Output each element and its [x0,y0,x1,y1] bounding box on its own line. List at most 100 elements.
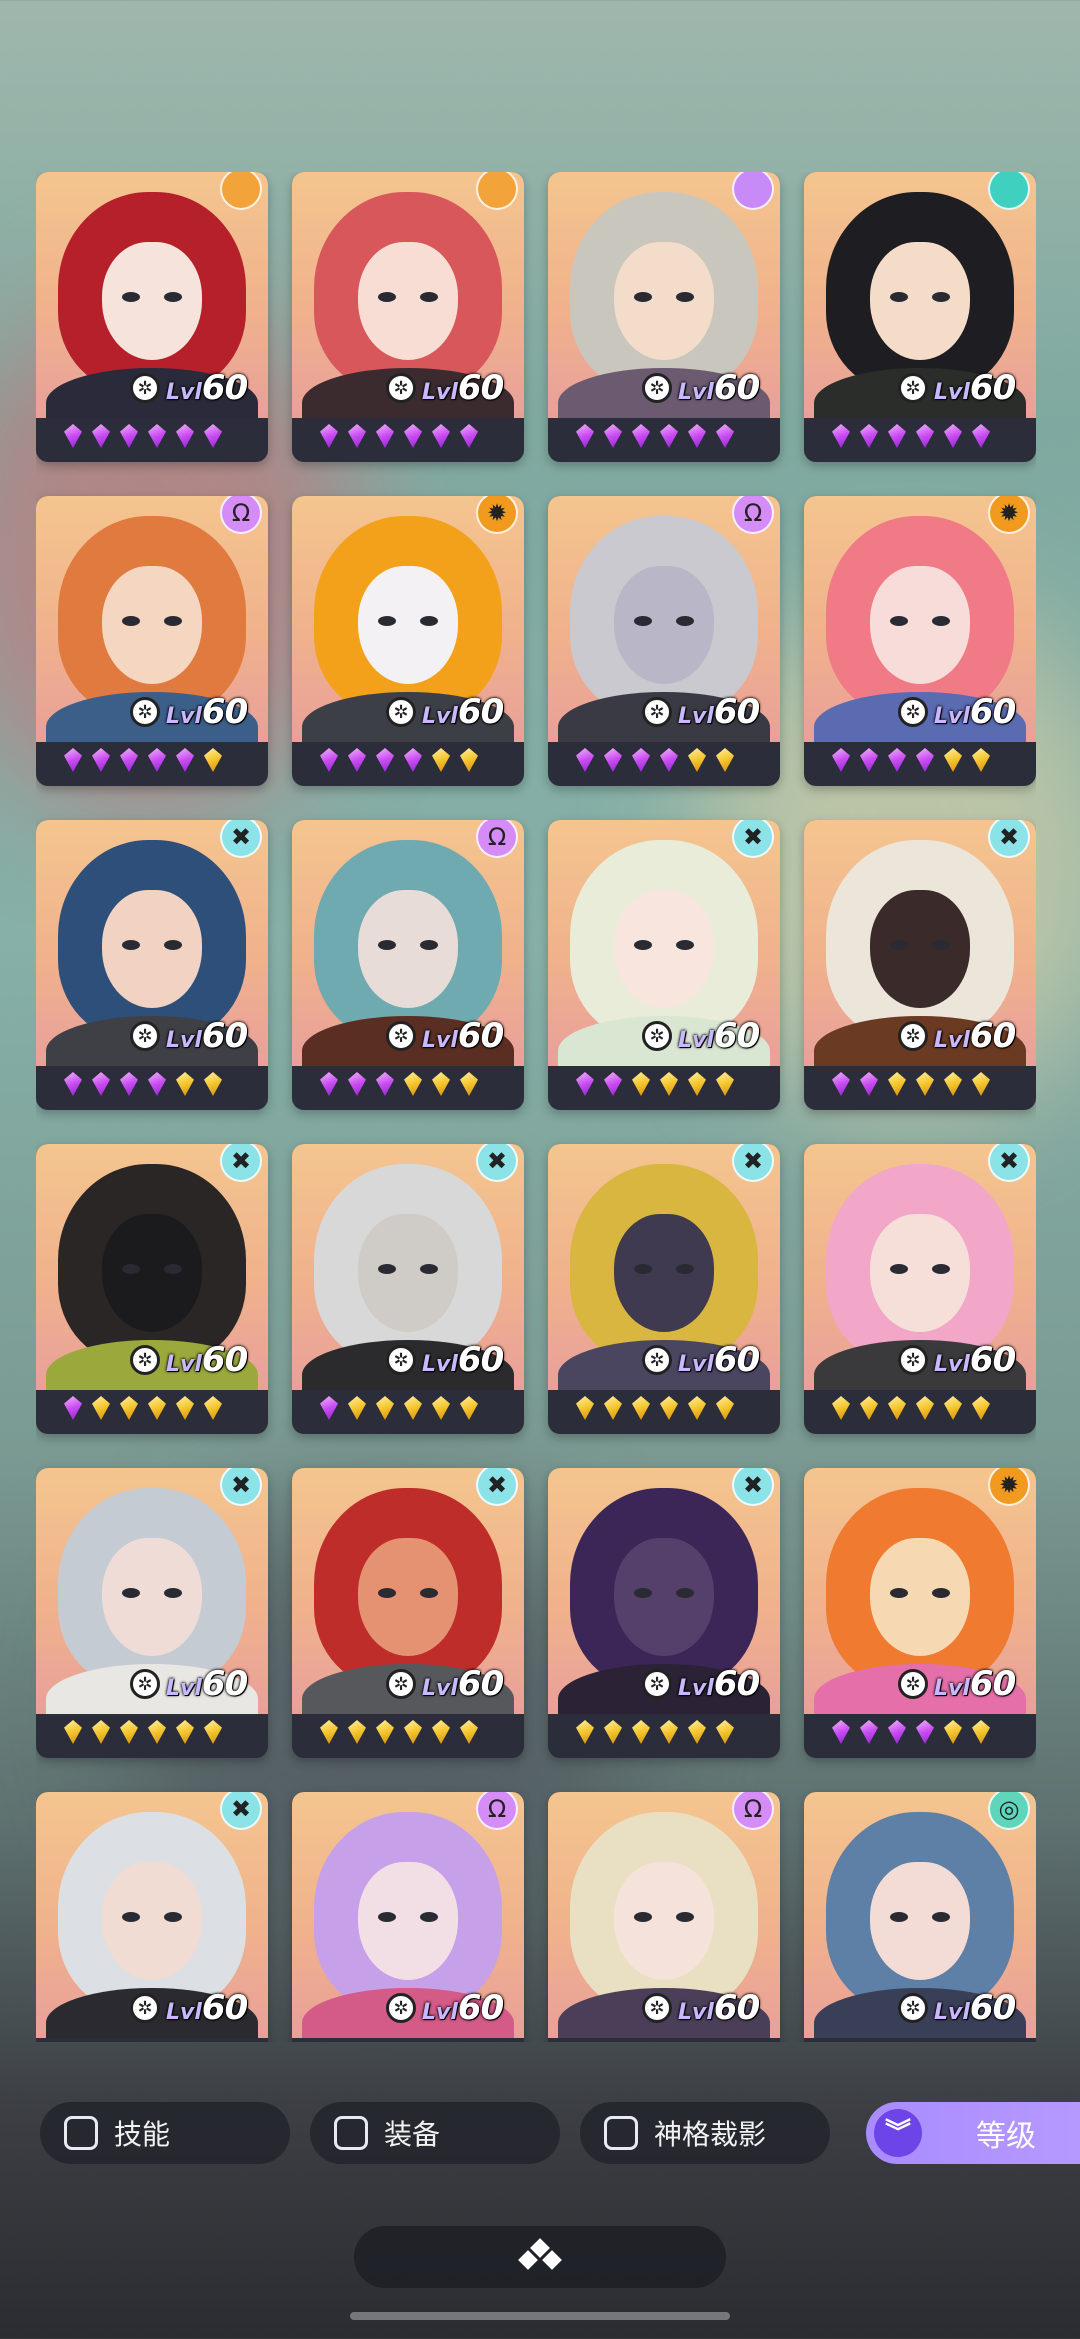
hero-face [358,890,458,1008]
purple-gem-icon [916,748,934,772]
gold-gem-icon [204,748,222,772]
hero-card[interactable]: ✲ Lvl60 [804,172,1036,462]
hero-eye [634,616,652,626]
hero-face [614,1862,714,1980]
gold-gem-icon [944,1720,962,1744]
hero-card[interactable]: ✖ ✲ Lvl60 [36,1144,268,1434]
shadow-filter[interactable]: 神格裁影 [580,2102,830,2164]
level-indicator: ✲ Lvl60 [386,1016,504,1056]
level-indicator: ✲ Lvl60 [130,368,248,408]
hero-eye [932,616,950,626]
hero-eye [122,1588,140,1598]
gold-gem-icon [632,1396,650,1420]
skills-filter[interactable]: 技能 [40,2102,290,2164]
hero-card[interactable]: Ω ✲ Lvl60 [36,496,268,786]
hero-card[interactable]: ✲ Lvl60 [548,172,780,462]
level-prefix: Lvl [166,1676,202,1701]
hero-portrait: ✖ ✲ Lvl60 [36,1144,268,1390]
level-value: 60 [969,1664,1016,1704]
purple-gem-icon [860,1720,878,1744]
hero-card[interactable]: Ω ✲ Lvl60 [292,1792,524,2042]
level-prefix: Lvl [934,2000,970,2025]
hero-face [614,1214,714,1332]
hero-card[interactable]: ✖ ✲ Lvl60 [548,1468,780,1758]
hero-face [614,1538,714,1656]
hero-eye [164,616,182,626]
hero-portrait: ✲ Lvl60 [36,172,268,418]
purple-gem-icon [460,424,478,448]
cross-icon: ✖ [476,1144,518,1182]
hero-eye [676,292,694,302]
level-text: Lvl60 [678,368,760,408]
hero-eye [378,1912,396,1922]
star-gem-row [64,748,222,772]
double-chevron-down-icon: ︾ [874,2109,922,2157]
level-value: 60 [457,1664,504,1704]
level-value: 60 [457,1340,504,1380]
hero-portrait: ✖ ✲ Lvl60 [548,820,780,1066]
hero-portrait: ✲ Lvl60 [548,172,780,418]
aperture-icon: ✲ [898,697,928,727]
hero-card[interactable]: ✖ ✲ Lvl60 [36,1792,268,2042]
aperture-icon: ✲ [386,1021,416,1051]
hero-portrait: ✖ ✲ Lvl60 [548,1144,780,1390]
hero-card[interactable]: ✖ ✲ Lvl60 [292,1144,524,1434]
equipment-filter[interactable]: 装备 [310,2102,560,2164]
hero-face [870,566,970,684]
hero-card[interactable]: ✖ ✲ Lvl60 [804,820,1036,1110]
hero-card[interactable]: Ω ✲ Lvl60 [548,496,780,786]
gold-gem-icon [688,1396,706,1420]
hero-card[interactable]: ✖ ✲ Lvl60 [548,820,780,1110]
aperture-icon: ✲ [386,697,416,727]
level-value: 60 [713,1340,760,1380]
omega-icon: Ω [732,1792,774,1830]
star-gem-row [576,1720,734,1744]
hero-card[interactable]: ✖ ✲ Lvl60 [804,1144,1036,1434]
level-value: 60 [457,692,504,732]
gold-gem-icon [688,1720,706,1744]
hero-eye [634,1264,652,1274]
top-edge-icon [220,172,262,210]
hero-eye [420,1264,438,1274]
star-gem-row [832,748,990,772]
hero-card[interactable]: ✹ ✲ Lvl60 [804,1468,1036,1758]
cross-icon: ✖ [220,820,262,858]
hero-card[interactable]: ◎ ✲ Lvl60 [804,1792,1036,2042]
hero-eye [676,940,694,950]
gold-gem-icon [916,1072,934,1096]
hero-portrait: Ω ✲ Lvl60 [548,1792,780,2038]
skills-checkbox[interactable] [64,2116,98,2150]
collapse-panel-button[interactable] [354,2226,726,2288]
hero-card[interactable]: ✖ ✲ Lvl60 [292,1468,524,1758]
hero-card[interactable]: ✲ Lvl60 [292,172,524,462]
aperture-icon: ✲ [642,1345,672,1375]
equipment-checkbox[interactable] [334,2116,368,2150]
hero-face [102,242,202,360]
shadow-checkbox[interactable] [604,2116,638,2150]
level-text: Lvl60 [422,1988,504,2028]
purple-gem-icon [64,1396,82,1420]
gold-gem-icon [576,1396,594,1420]
star-gem-row [832,1396,990,1420]
hero-card[interactable]: ✖ ✲ Lvl60 [36,820,268,1110]
purple-gem-icon [576,1072,594,1096]
gold-gem-icon [860,1396,878,1420]
hero-card[interactable]: ✖ ✲ Lvl60 [548,1144,780,1434]
level-text: Lvl60 [678,1988,760,2028]
hero-portrait: ✹ ✲ Lvl60 [804,1468,1036,1714]
hero-face [870,242,970,360]
hero-card[interactable]: ✖ ✲ Lvl60 [36,1468,268,1758]
level-indicator: ✲ Lvl60 [130,1664,248,1704]
hero-card[interactable]: ✲ Lvl60 [36,172,268,462]
gold-gem-icon [944,748,962,772]
aperture-icon: ✲ [386,1993,416,2023]
hero-card[interactable]: Ω ✲ Lvl60 [292,820,524,1110]
hero-eye [122,940,140,950]
hero-card[interactable]: ✹ ✲ Lvl60 [804,496,1036,786]
home-indicator[interactable] [350,2312,730,2320]
hero-card[interactable]: ✹ ✲ Lvl60 [292,496,524,786]
level-prefix: Lvl [422,380,458,405]
hero-card[interactable]: Ω ✲ Lvl60 [548,1792,780,2042]
sort-by-level-button[interactable]: ︾ 等级 [866,2102,1080,2164]
top-edge-icon [732,172,774,210]
